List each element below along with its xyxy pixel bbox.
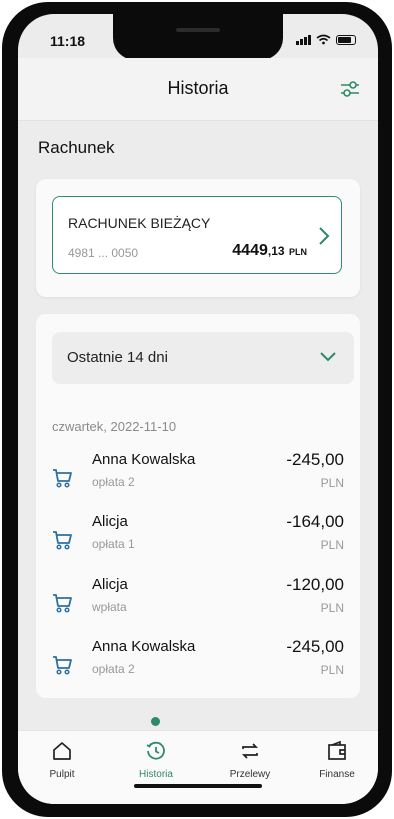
tab-label: Pulpit	[49, 769, 75, 780]
page-title: Historia	[167, 78, 229, 98]
account-number: 4981 ... 0050	[68, 246, 139, 260]
cart-icon	[53, 656, 72, 675]
tab-pulpit[interactable]: Pulpit	[27, 739, 97, 789]
tab-historia[interactable]: Historia	[121, 739, 191, 789]
cart-icon	[53, 594, 72, 613]
tab-label: Przelewy	[229, 769, 271, 780]
cart-icon	[53, 469, 72, 488]
account-card: RACHUNEK BIEŻĄCY 4981 ... 0050 4449,13 P…	[36, 179, 360, 297]
account-balance: 4449,13 PLN	[232, 242, 307, 259]
transaction-description: opłata 2	[92, 475, 135, 489]
chevron-right-icon	[319, 227, 330, 245]
wallet-icon	[328, 740, 346, 760]
date-header: czwartek, 2022-11-10	[52, 419, 177, 434]
transaction-currency: PLN	[320, 538, 344, 552]
battery-icon	[336, 34, 356, 45]
tab-przelewy[interactable]: Przelewy	[215, 739, 285, 789]
period-select[interactable]: Ostatnie 14 dni	[52, 332, 354, 384]
transaction-amount: -245,00	[286, 637, 344, 656]
history-card: Ostatnie 14 dni czwartek, 2022-11-10 Ann…	[36, 314, 360, 698]
account-name: RACHUNEK BIEŻĄCY	[68, 215, 211, 231]
status-time: 11:18	[50, 33, 86, 49]
tab-label: Finanse	[319, 769, 355, 780]
period-label: Ostatnie 14 dni	[67, 349, 168, 366]
app-screen: 11:18 Historia Rachunek RACHUNEK BIEŻĄCY…	[18, 14, 378, 804]
home-icon	[53, 742, 71, 760]
history-icon	[146, 741, 165, 760]
transaction-row[interactable]: Alicja wpłata -120,00 PLN	[36, 575, 360, 633]
tab-finanse[interactable]: Finanse	[302, 739, 372, 789]
transaction-name: Alicja	[92, 513, 128, 530]
cart-icon	[53, 531, 72, 550]
transaction-currency: PLN	[320, 476, 344, 490]
status-icons	[296, 34, 356, 45]
transaction-amount: -245,00	[286, 450, 344, 469]
transaction-row[interactable]: Alicja opłata 1 -164,00 PLN	[36, 512, 360, 570]
chevron-down-icon	[320, 352, 336, 362]
transaction-description: opłata 2	[92, 662, 135, 676]
transaction-row[interactable]: Anna Kowalska opłata 2 -245,00 PLN	[36, 637, 360, 695]
wifi-icon	[316, 34, 331, 45]
active-tab-indicator	[151, 717, 160, 726]
bottom-tab-bar: Pulpit Historia Przelewy Finanse	[18, 730, 378, 804]
transaction-name: Alicja	[92, 576, 128, 593]
sliders-icon[interactable]	[338, 77, 362, 101]
account-tile[interactable]: RACHUNEK BIEŻĄCY 4981 ... 0050 4449,13 P…	[52, 196, 342, 274]
transaction-description: opłata 1	[92, 537, 135, 551]
transfer-icon	[241, 743, 259, 759]
transaction-description: wpłata	[92, 600, 127, 614]
transaction-amount: -120,00	[286, 575, 344, 594]
app-header: Historia	[18, 58, 378, 121]
transaction-name: Anna Kowalska	[92, 638, 196, 655]
home-indicator	[134, 784, 262, 788]
transaction-currency: PLN	[320, 601, 344, 615]
status-bar: 11:18	[18, 14, 378, 60]
notch	[113, 14, 283, 60]
transaction-currency: PLN	[320, 663, 344, 677]
transaction-name: Anna Kowalska	[92, 451, 196, 468]
transaction-row[interactable]: Anna Kowalska opłata 2 -245,00 PLN	[36, 450, 360, 508]
signal-icon	[296, 34, 311, 45]
transaction-amount: -164,00	[286, 512, 344, 531]
section-title: Rachunek	[38, 138, 115, 157]
phone-frame: 11:18 Historia Rachunek RACHUNEK BIEŻĄCY…	[2, 2, 392, 817]
tab-label: Historia	[139, 769, 173, 780]
